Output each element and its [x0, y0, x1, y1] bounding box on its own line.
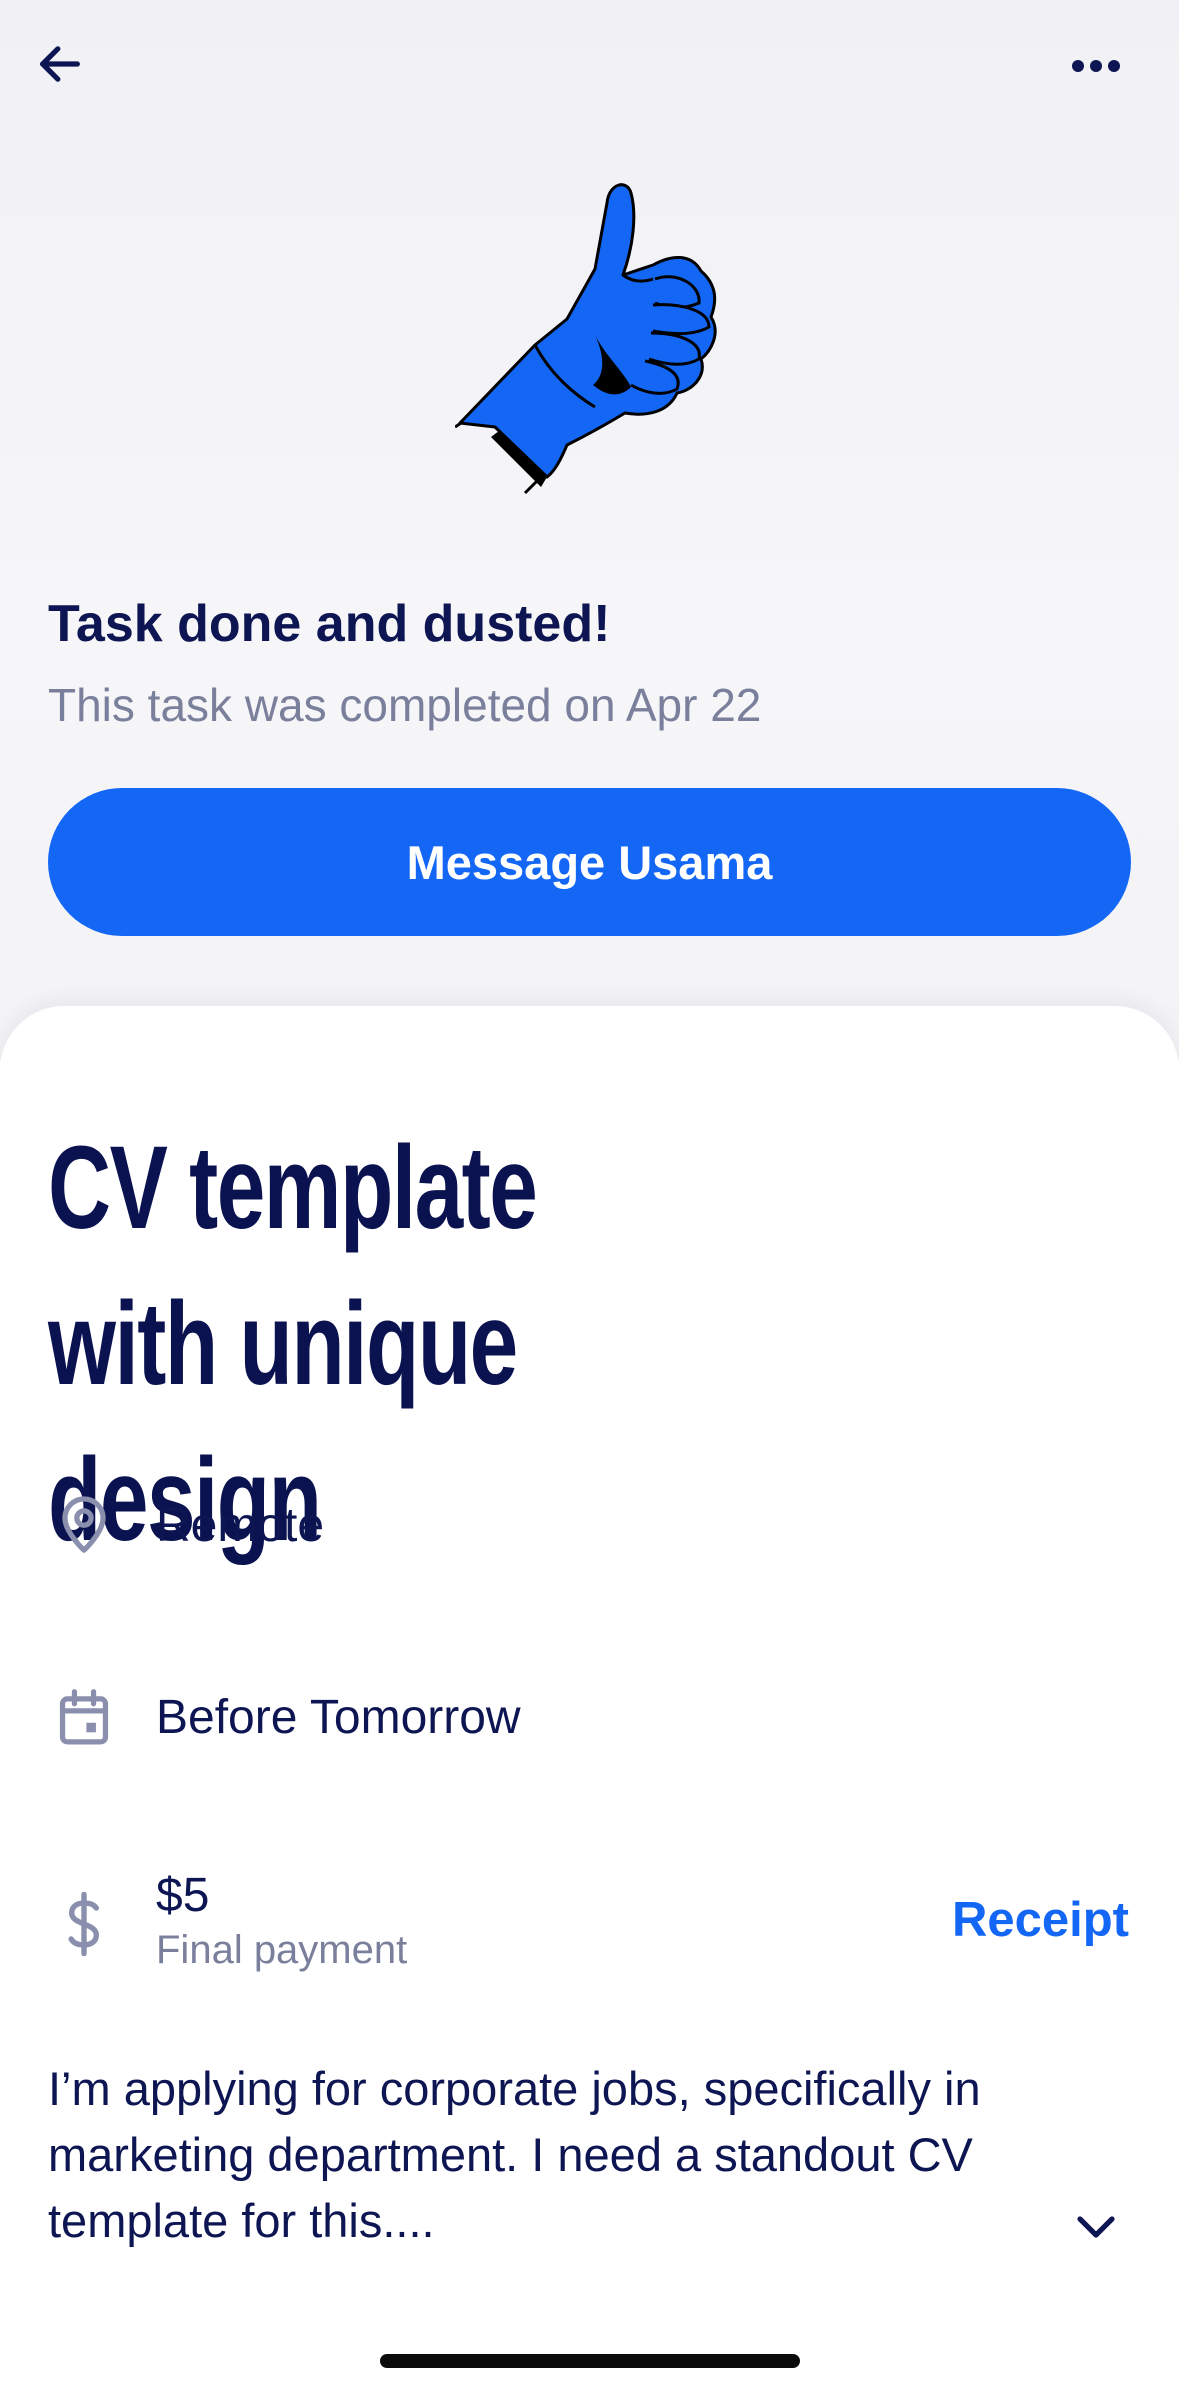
payment-amount: $5 [156, 1869, 210, 1922]
due-row-icon [50, 1684, 118, 1752]
task-title: CV template with unique design [48, 1122, 538, 1566]
home-indicator[interactable] [380, 2354, 800, 2368]
arrow-left-icon [40, 46, 80, 82]
more-options-button[interactable] [1060, 36, 1132, 96]
location-text: Remote [156, 1499, 325, 1552]
task-description: I’m applying for corporate jobs, specifi… [48, 2062, 981, 2247]
expand-description-button[interactable] [1064, 2196, 1128, 2260]
back-button[interactable] [28, 32, 92, 96]
map-pin-icon [62, 1496, 106, 1553]
dollar-icon [68, 1892, 100, 1956]
completion-title: Task done and dusted! [48, 595, 611, 653]
more-horizontal-icon [1072, 60, 1120, 72]
payment-row-icon [50, 1890, 118, 1958]
calendar-icon [59, 1689, 109, 1745]
thumbs-up-illustration [455, 183, 717, 495]
due-date-text: Before Tomorrow [156, 1691, 521, 1744]
location-row-icon [50, 1490, 118, 1558]
receipt-link[interactable]: Receipt [952, 1892, 1129, 1948]
payment-label: Final payment [156, 1928, 408, 1972]
completion-date-text: This task was completed on Apr 22 [48, 679, 762, 731]
message-button[interactable]: Message Usama [48, 788, 1131, 936]
chevron-down-icon [1077, 2216, 1115, 2238]
